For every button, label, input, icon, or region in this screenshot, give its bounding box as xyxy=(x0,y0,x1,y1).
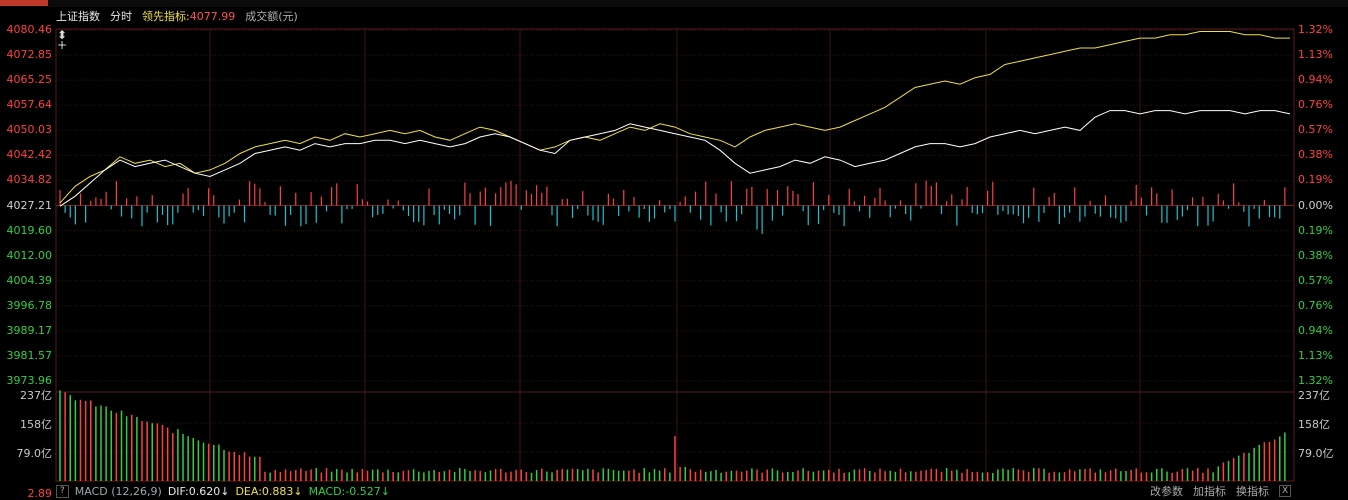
price-tick: 4034.82 xyxy=(6,173,53,187)
percent-tick: 1.32% xyxy=(1298,374,1333,387)
price-tick: 3981.57 xyxy=(6,348,53,362)
price-tick: 4012.00 xyxy=(6,248,53,262)
mode-label[interactable]: 分时 xyxy=(110,8,132,24)
price-tick: 4072.85 xyxy=(6,48,53,62)
percent-axis: 1.32% 1.13% 0.94% 0.76% 0.57% 0.38% 0.19% 0.00%… xyxy=(1294,0,1348,500)
percent-tick: 1.13% xyxy=(1298,348,1333,362)
volume-tick: 2.89 xyxy=(27,487,53,500)
chart-frame xyxy=(55,28,1295,482)
price-tick: 4027.21 xyxy=(6,198,53,212)
percent-tick: 0.00% xyxy=(1298,198,1333,212)
chart-header: 上证指数 分时 领先指标:4077.99 成交额(元) xyxy=(56,8,298,24)
percent-tick: 1.32% xyxy=(1298,23,1333,36)
percent-tick: 1.13% xyxy=(1298,48,1333,62)
macd-dea: DEA:0.883↓ xyxy=(235,484,303,498)
percent-tick: 0.38% xyxy=(1298,248,1333,262)
percent-tick: 0.19% xyxy=(1298,223,1333,237)
volume-tick: 79.0亿 xyxy=(16,447,53,460)
volume-tick: 158亿 xyxy=(1298,418,1330,431)
price-tick: 4004.39 xyxy=(6,273,53,287)
change-params-button[interactable]: 改参数 xyxy=(1150,483,1183,499)
price-axis: 4080.46 4072.85 4065.25 4057.64 4050.03 4042.… xyxy=(0,0,56,500)
add-indicator-button[interactable]: 加指标 xyxy=(1193,483,1226,499)
lead-indicator-line xyxy=(59,31,1290,204)
percent-tick: 0.94% xyxy=(1298,323,1333,337)
percent-tick: 0.94% xyxy=(1298,73,1333,87)
lead-indicator-label: 领先指标: xyxy=(142,10,190,23)
close-icon[interactable]: X xyxy=(1279,485,1292,497)
percent-tick: 0.19% xyxy=(1298,173,1333,187)
help-icon[interactable]: ? xyxy=(56,484,69,498)
percent-tick: 0.38% xyxy=(1298,148,1333,162)
percent-tick: 0.76% xyxy=(1298,98,1333,112)
crosshair-icon[interactable]: ⬍ + xyxy=(57,29,67,51)
price-tick: 4080.46 xyxy=(6,23,53,36)
percent-tick: 0.76% xyxy=(1298,298,1333,312)
percent-tick: 0.57% xyxy=(1298,123,1333,137)
price-tick: 4065.25 xyxy=(6,73,53,87)
index-title[interactable]: 上证指数 xyxy=(56,8,100,24)
volume-tick: 237亿 xyxy=(1298,389,1330,402)
macd-name[interactable]: MACD (12,26,9) xyxy=(75,485,162,498)
price-tick: 4057.64 xyxy=(6,98,53,112)
price-tick: 3989.17 xyxy=(6,323,53,337)
switch-indicator-button[interactable]: 换指标 xyxy=(1236,483,1269,499)
volume-label: 成交额(元) xyxy=(245,10,298,23)
macd-bar: ? MACD (12,26,9) DIF:0.620↓ DEA:0.883↓ M… xyxy=(56,482,390,500)
price-line xyxy=(59,110,1291,207)
volume-tick: 237亿 xyxy=(20,389,52,402)
macd-dif: DIF:0.620↓ xyxy=(167,484,230,498)
volume-tick: 158亿 xyxy=(20,418,52,431)
price-tick: 3996.78 xyxy=(6,298,53,312)
lead-indicator-value: 4077.99 xyxy=(189,10,236,23)
price-tick: 3973.96 xyxy=(6,374,53,387)
price-tick: 4050.03 xyxy=(6,123,53,137)
volume-tick: 79.0亿 xyxy=(1298,447,1334,460)
macd-value: MACD:-0.527↓ xyxy=(308,484,390,498)
price-tick: 4019.60 xyxy=(6,223,53,237)
indicator-buttons: 改参数 加指标 换指标 X xyxy=(1150,482,1292,500)
intraday-chart[interactable] xyxy=(0,0,1348,500)
percent-tick: 0.57% xyxy=(1298,273,1333,287)
price-tick: 4042.42 xyxy=(6,148,53,162)
